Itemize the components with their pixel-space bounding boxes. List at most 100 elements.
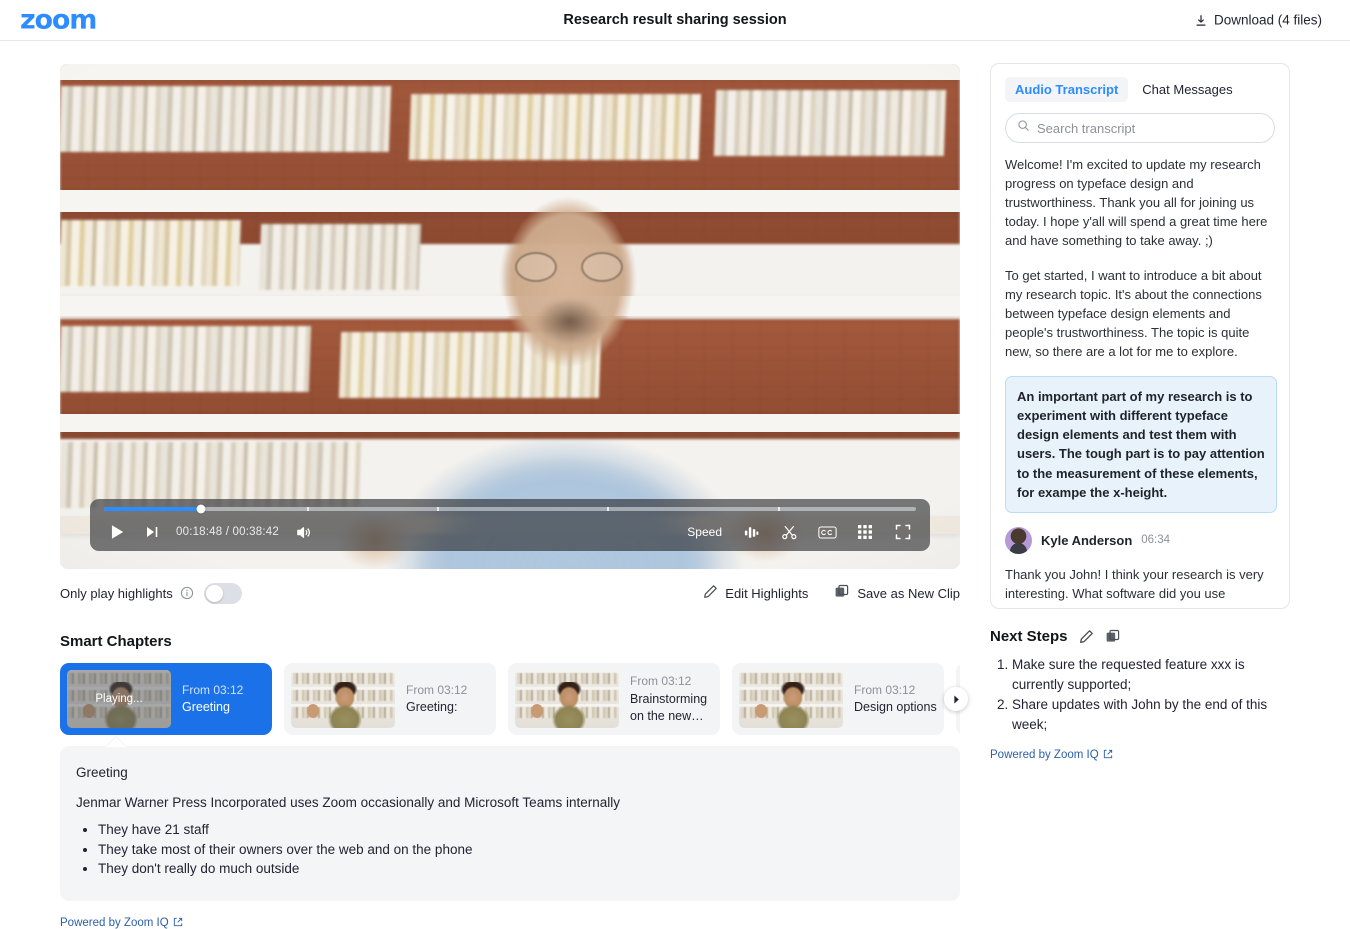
main-column: 00:18:48 / 00:38:42 Speed xyxy=(60,64,990,929)
chapter-detail-bullet: They don't really do much outside xyxy=(98,859,938,879)
next-step-item: Make sure the requested feature xxx is c… xyxy=(1012,655,1290,695)
chapter-marker[interactable] xyxy=(307,507,309,511)
save-as-new-clip-button[interactable]: Save as New Clip xyxy=(834,584,960,603)
chapter-time: From 03:12 xyxy=(182,682,243,699)
chapter-time: From 03:12 xyxy=(406,682,467,699)
speaker-time: 06:34 xyxy=(1141,534,1170,546)
external-link-icon xyxy=(173,917,183,929)
video-player[interactable]: 00:18:48 / 00:38:42 Speed xyxy=(60,64,960,569)
transcript-tabs: Audio Transcript Chat Messages xyxy=(991,64,1289,102)
avatar xyxy=(1005,527,1032,554)
transcript-panel: Audio Transcript Chat Messages Welcome! … xyxy=(990,63,1290,609)
chapter-detail-bullet: They have 21 staff xyxy=(98,820,938,840)
transcript-body: Welcome! I'm excited to update my resear… xyxy=(991,143,1289,608)
copy-next-steps-icon[interactable] xyxy=(1105,629,1121,645)
transcript-search-wrap xyxy=(991,102,1289,143)
progress-knob[interactable] xyxy=(197,505,206,514)
download-label: Download (4 files) xyxy=(1214,13,1322,28)
next-steps-panel: Next Steps Make sure the requested featu… xyxy=(990,628,1290,763)
chapters-row: Playing...From 03:12Greeting From 03:12G… xyxy=(60,663,960,735)
scissors-icon[interactable] xyxy=(778,521,800,543)
chapter-detail-title: Greeting xyxy=(76,765,938,780)
download-button[interactable]: Download (4 files) xyxy=(1194,13,1322,28)
chapter-card-0[interactable]: Playing... From 03:12Greeting xyxy=(60,663,272,735)
zoom-logo: zoom xyxy=(20,5,96,36)
chapter-thumbnail xyxy=(291,670,395,728)
tab-audio-transcript[interactable]: Audio Transcript xyxy=(1005,77,1128,102)
powered-by-zoom-iq-footer[interactable]: Powered by Zoom IQ xyxy=(60,917,183,929)
chapter-time: From 03:12 xyxy=(854,682,937,699)
video-vignette xyxy=(60,64,960,569)
copy-clip-icon xyxy=(834,584,850,603)
only-play-highlights-toggle[interactable] xyxy=(204,583,242,604)
next-chapter-icon[interactable] xyxy=(140,520,164,544)
transcript-paragraph[interactable]: To get started, I want to introduce a bi… xyxy=(1005,266,1277,362)
chapter-marker[interactable] xyxy=(437,507,439,511)
info-icon[interactable] xyxy=(180,586,194,600)
chapter-time: From 03:12 xyxy=(630,673,713,690)
next-steps-powered-by[interactable]: Powered by Zoom IQ xyxy=(990,749,1113,762)
chapter-card-1[interactable]: From 03:12Greeting: xyxy=(284,663,496,735)
chapter-name: Greeting: xyxy=(406,699,467,716)
only-play-highlights-label: Only play highlights xyxy=(60,586,173,601)
chapter-marker[interactable] xyxy=(607,507,609,511)
tab-chat-messages[interactable]: Chat Messages xyxy=(1132,77,1242,102)
transcript-paragraph[interactable]: Thank you John! I think your research is… xyxy=(1005,565,1277,603)
chapter-name: Greeting xyxy=(182,699,243,716)
chapter-name: Brainstorming on the new ide... xyxy=(630,691,713,725)
download-icon xyxy=(1194,13,1208,27)
smart-chapters-carousel: Playing...From 03:12Greeting From 03:12G… xyxy=(60,663,960,735)
chapter-card-2[interactable]: From 03:12Brainstorming on the new ide..… xyxy=(508,663,720,735)
chapter-detail: Greeting Jenmar Warner Press Incorporate… xyxy=(60,746,960,901)
edit-highlights-label: Edit Highlights xyxy=(725,586,808,601)
progress-bar[interactable] xyxy=(104,507,916,511)
external-link-icon xyxy=(1103,749,1113,762)
transcript-paragraph[interactable]: Welcome! I'm excited to update my resear… xyxy=(1005,155,1277,251)
search-icon xyxy=(1017,119,1030,137)
chapter-playing-badge: Playing... xyxy=(67,670,171,728)
chapter-thumbnail xyxy=(515,670,619,728)
next-steps-title: Next Steps xyxy=(990,628,1068,645)
audio-levels-icon[interactable] xyxy=(740,521,762,543)
edit-highlights-button[interactable]: Edit Highlights xyxy=(703,584,808,602)
transcript-paragraph-highlighted[interactable]: An important part of my research is to e… xyxy=(1005,376,1277,513)
only-play-highlights-group: Only play highlights xyxy=(60,583,242,604)
video-actions-bar: Only play highlights Edit Highlights xyxy=(60,573,960,613)
edit-next-steps-icon[interactable] xyxy=(1079,629,1094,644)
controls-row: 00:18:48 / 00:38:42 Speed xyxy=(104,513,916,551)
next-steps-list: Make sure the requested feature xxx is c… xyxy=(990,655,1290,735)
chapter-detail-bullets: They have 21 staffThey take most of thei… xyxy=(76,820,938,879)
page-title: Research result sharing session xyxy=(0,12,1350,28)
search-box[interactable] xyxy=(1005,113,1275,143)
chapter-detail-bullet: They take most of their owners over the … xyxy=(98,840,938,860)
smart-chapters-title: Smart Chapters xyxy=(60,633,990,650)
next-steps-header: Next Steps xyxy=(990,628,1290,645)
powered-by-label: Powered by Zoom IQ xyxy=(990,749,1099,761)
chapter-name: Design options xyxy=(854,699,937,716)
chapter-thumbnail: Playing... xyxy=(67,670,171,728)
chapter-marker[interactable] xyxy=(778,507,780,511)
chapter-thumbnail xyxy=(739,670,843,728)
top-bar: zoom Research result sharing session Dow… xyxy=(0,0,1350,41)
progress-row xyxy=(104,499,916,513)
pencil-icon xyxy=(703,584,718,602)
time-display: 00:18:48 / 00:38:42 xyxy=(176,526,279,538)
next-step-item: Share updates with John by the end of th… xyxy=(1012,695,1290,735)
detail-caret xyxy=(106,737,126,747)
progress-fill xyxy=(104,507,201,511)
volume-icon[interactable] xyxy=(293,521,315,543)
speed-button[interactable]: Speed xyxy=(687,525,722,539)
play-icon[interactable] xyxy=(104,519,130,545)
zoom-recording-page: zoom Research result sharing session Dow… xyxy=(0,0,1350,929)
carousel-next-button[interactable] xyxy=(944,687,968,711)
transcript-column: Audio Transcript Chat Messages Welcome! … xyxy=(990,63,1290,609)
closed-captions-icon[interactable] xyxy=(816,521,838,543)
grid-view-icon[interactable] xyxy=(854,521,876,543)
chapter-detail-summary: Jenmar Warner Press Incorporated uses Zo… xyxy=(76,795,938,810)
transcript-speaker-row: Kyle Anderson06:34 xyxy=(1005,527,1277,554)
chapter-detail-panel: Greeting Jenmar Warner Press Incorporate… xyxy=(60,746,960,901)
powered-by-label: Powered by Zoom IQ xyxy=(60,917,169,929)
chapter-card-3[interactable]: From 03:12Design options xyxy=(732,663,944,735)
fullscreen-icon[interactable] xyxy=(892,521,914,543)
search-input[interactable] xyxy=(1037,121,1263,136)
